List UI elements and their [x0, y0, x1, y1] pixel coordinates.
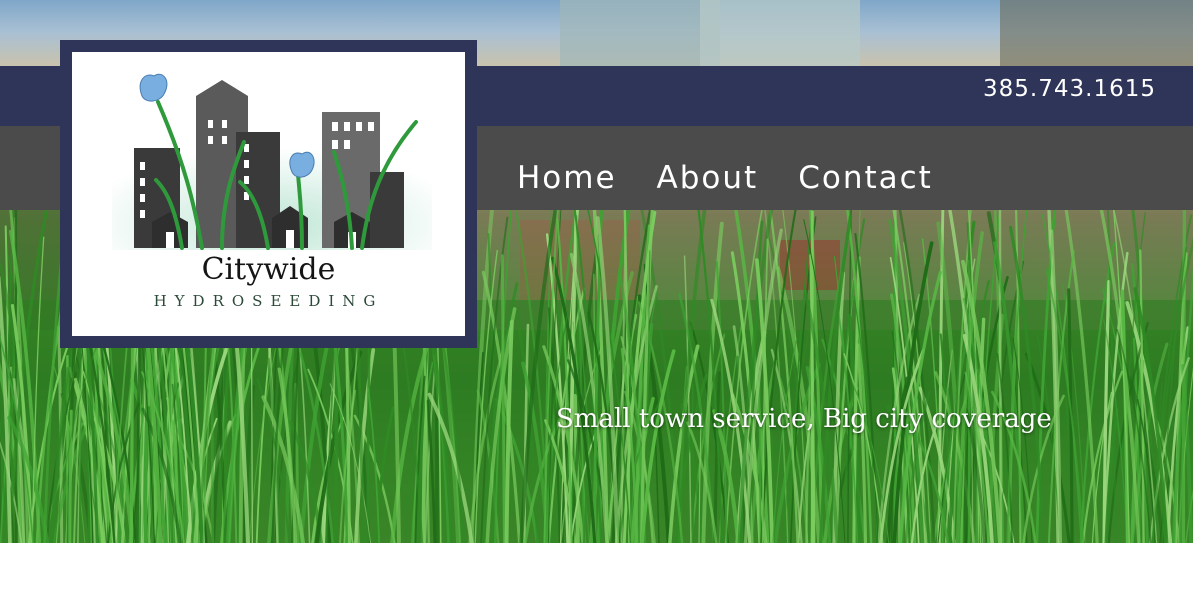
page: 385.743.1615 Home About Contact Citywide… [0, 0, 1193, 602]
phone-number[interactable]: 385.743.1615 [983, 76, 1156, 102]
nav-contact-link[interactable]: Contact [798, 160, 933, 196]
hero-tagline: Small town service, Big city coverage [556, 404, 1052, 434]
logo-card: Citywide HYDROSEEDING [72, 52, 465, 336]
logo-subtitle: HYDROSEEDING [153, 292, 384, 310]
nav-about-link[interactable]: About [657, 160, 759, 196]
main-nav: Home About Contact [517, 160, 973, 196]
nav-home-link[interactable]: Home [517, 160, 617, 196]
city-skyline-illustration [112, 73, 432, 250]
logo[interactable]: Citywide HYDROSEEDING [60, 40, 477, 348]
logo-title: Citywide [201, 252, 336, 287]
